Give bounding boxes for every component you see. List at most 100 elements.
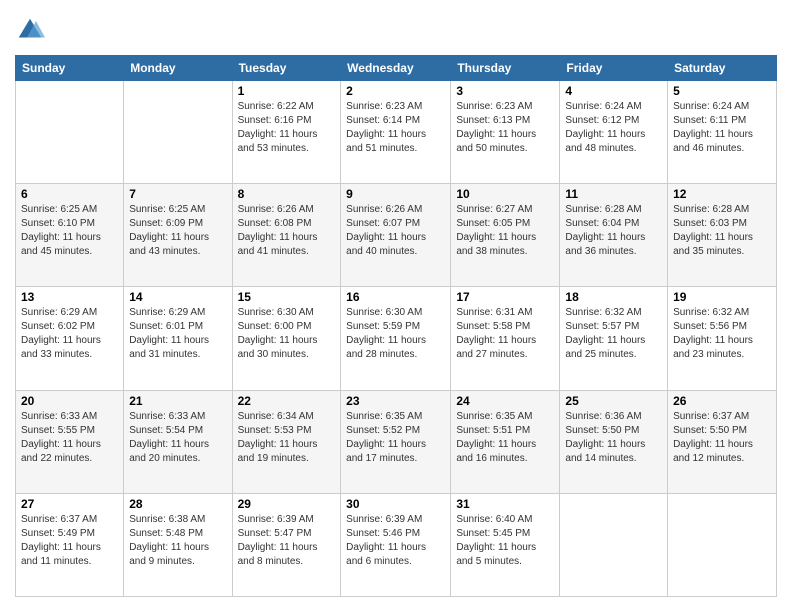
week-row-3: 13 Sunrise: 6:29 AM Sunset: 6:02 PM Dayli… [16,287,777,390]
calendar-cell: 7 Sunrise: 6:25 AM Sunset: 6:09 PM Daylig… [124,184,232,287]
calendar-cell: 17 Sunrise: 6:31 AM Sunset: 5:58 PM Dayli… [451,287,560,390]
calendar-cell: 13 Sunrise: 6:29 AM Sunset: 6:02 PM Dayli… [16,287,124,390]
calendar-cell: 28Sunrise: 6:38 AM Sunset: 5:48 PM Dayli… [124,493,232,596]
calendar-cell: 18 Sunrise: 6:32 AM Sunset: 5:57 PM Dayli… [560,287,668,390]
calendar-cell: 16 Sunrise: 6:30 AM Sunset: 5:59 PM Dayli… [341,287,451,390]
weekday-header-sunday: Sunday [16,56,124,81]
calendar-cell: 3 Sunrise: 6:23 AM Sunset: 6:13 PM Daylig… [451,81,560,184]
day-number: 13 [21,290,118,304]
day-number: 31 [456,497,554,511]
weekday-header-thursday: Thursday [451,56,560,81]
day-info: Sunrise: 6:31 AM Sunset: 5:58 PM Dayligh… [456,306,554,362]
weekday-header-saturday: Saturday [668,56,777,81]
calendar-cell [560,493,668,596]
day-number: 8 [238,187,336,201]
day-info: Sunrise: 6:39 AM Sunset: 5:46 PM Dayligh… [346,513,445,569]
day-number: 22 [238,394,336,408]
calendar-table: SundayMondayTuesdayWednesdayThursdayFrid… [15,55,777,597]
day-info: Sunrise: 6:35 AM Sunset: 5:52 PM Dayligh… [346,410,445,466]
weekday-header-row: SundayMondayTuesdayWednesdayThursdayFrid… [16,56,777,81]
calendar-cell: 14 Sunrise: 6:29 AM Sunset: 6:01 PM Dayli… [124,287,232,390]
day-info: Sunrise: 6:37 AM Sunset: 5:50 PM Dayligh… [673,410,771,466]
day-info: Sunrise: 6:26 AM Sunset: 6:07 PM Dayligh… [346,203,445,259]
calendar-cell: 12Sunrise: 6:28 AM Sunset: 6:03 PM Dayli… [668,184,777,287]
weekday-header-monday: Monday [124,56,232,81]
calendar-cell: 15Sunrise: 6:30 AM Sunset: 6:00 PM Dayli… [232,287,341,390]
day-number: 4 [565,84,662,98]
day-number: 11 [565,187,662,201]
calendar-cell [16,81,124,184]
calendar-cell: 21 Sunrise: 6:33 AM Sunset: 5:54 PM Dayli… [124,390,232,493]
day-number: 29 [238,497,336,511]
calendar-cell: 22 Sunrise: 6:34 AM Sunset: 5:53 PM Dayli… [232,390,341,493]
day-info: Sunrise: 6:32 AM Sunset: 5:56 PM Dayligh… [673,306,771,362]
calendar-cell: 10 Sunrise: 6:27 AM Sunset: 6:05 PM Dayli… [451,184,560,287]
calendar-cell [124,81,232,184]
day-info: Sunrise: 6:39 AM Sunset: 5:47 PM Dayligh… [238,513,336,569]
day-number: 27 [21,497,118,511]
day-number: 2 [346,84,445,98]
day-number: 21 [129,394,226,408]
week-row-2: 6 Sunrise: 6:25 AM Sunset: 6:10 PM Daylig… [16,184,777,287]
day-info: Sunrise: 6:29 AM Sunset: 6:01 PM Dayligh… [129,306,226,362]
day-info: Sunrise: 6:37 AM Sunset: 5:49 PM Dayligh… [21,513,118,569]
day-info: Sunrise: 6:27 AM Sunset: 6:05 PM Dayligh… [456,203,554,259]
day-number: 10 [456,187,554,201]
day-info: Sunrise: 6:23 AM Sunset: 6:14 PM Dayligh… [346,100,445,156]
day-number: 7 [129,187,226,201]
week-row-5: 27 Sunrise: 6:37 AM Sunset: 5:49 PM Dayli… [16,493,777,596]
weekday-header-wednesday: Wednesday [341,56,451,81]
page: SundayMondayTuesdayWednesdayThursdayFrid… [0,0,792,612]
week-row-1: 1 Sunrise: 6:22 AM Sunset: 6:16 PM Daylig… [16,81,777,184]
day-info: Sunrise: 6:30 AM Sunset: 5:59 PM Dayligh… [346,306,445,362]
day-number: 3 [456,84,554,98]
day-info: Sunrise: 6:22 AM Sunset: 6:16 PM Dayligh… [238,100,336,156]
day-info: Sunrise: 6:28 AM Sunset: 6:04 PM Dayligh… [565,203,662,259]
day-number: 9 [346,187,445,201]
day-info: Sunrise: 6:24 AM Sunset: 6:12 PM Dayligh… [565,100,662,156]
day-info: Sunrise: 6:33 AM Sunset: 5:54 PM Dayligh… [129,410,226,466]
calendar-cell: 24Sunrise: 6:35 AM Sunset: 5:51 PM Dayli… [451,390,560,493]
day-number: 1 [238,84,336,98]
day-number: 14 [129,290,226,304]
calendar-cell: 9 Sunrise: 6:26 AM Sunset: 6:07 PM Daylig… [341,184,451,287]
day-number: 6 [21,187,118,201]
day-number: 26 [673,394,771,408]
calendar-cell: 19Sunrise: 6:32 AM Sunset: 5:56 PM Dayli… [668,287,777,390]
day-info: Sunrise: 6:38 AM Sunset: 5:48 PM Dayligh… [129,513,226,569]
day-number: 25 [565,394,662,408]
day-info: Sunrise: 6:25 AM Sunset: 6:10 PM Dayligh… [21,203,118,259]
calendar-cell: 20 Sunrise: 6:33 AM Sunset: 5:55 PM Dayli… [16,390,124,493]
day-number: 16 [346,290,445,304]
day-info: Sunrise: 6:40 AM Sunset: 5:45 PM Dayligh… [456,513,554,569]
day-info: Sunrise: 6:32 AM Sunset: 5:57 PM Dayligh… [565,306,662,362]
day-info: Sunrise: 6:29 AM Sunset: 6:02 PM Dayligh… [21,306,118,362]
weekday-header-tuesday: Tuesday [232,56,341,81]
day-info: Sunrise: 6:23 AM Sunset: 6:13 PM Dayligh… [456,100,554,156]
day-info: Sunrise: 6:34 AM Sunset: 5:53 PM Dayligh… [238,410,336,466]
calendar-cell: 26 Sunrise: 6:37 AM Sunset: 5:50 PM Dayli… [668,390,777,493]
logo-icon [15,15,45,45]
day-number: 17 [456,290,554,304]
weekday-header-friday: Friday [560,56,668,81]
day-number: 18 [565,290,662,304]
day-info: Sunrise: 6:33 AM Sunset: 5:55 PM Dayligh… [21,410,118,466]
day-number: 12 [673,187,771,201]
day-info: Sunrise: 6:24 AM Sunset: 6:11 PM Dayligh… [673,100,771,156]
calendar-cell: 2 Sunrise: 6:23 AM Sunset: 6:14 PM Daylig… [341,81,451,184]
day-info: Sunrise: 6:25 AM Sunset: 6:09 PM Dayligh… [129,203,226,259]
day-number: 5 [673,84,771,98]
calendar-cell [668,493,777,596]
day-number: 30 [346,497,445,511]
calendar-cell: 11 Sunrise: 6:28 AM Sunset: 6:04 PM Dayli… [560,184,668,287]
logo [15,15,50,45]
day-number: 24 [456,394,554,408]
calendar-cell: 27 Sunrise: 6:37 AM Sunset: 5:49 PM Dayli… [16,493,124,596]
calendar-cell: 23Sunrise: 6:35 AM Sunset: 5:52 PM Dayli… [341,390,451,493]
calendar-cell: 30 Sunrise: 6:39 AM Sunset: 5:46 PM Dayli… [341,493,451,596]
calendar-cell: 6 Sunrise: 6:25 AM Sunset: 6:10 PM Daylig… [16,184,124,287]
day-number: 20 [21,394,118,408]
calendar-cell: 1 Sunrise: 6:22 AM Sunset: 6:16 PM Daylig… [232,81,341,184]
day-info: Sunrise: 6:30 AM Sunset: 6:00 PM Dayligh… [238,306,336,362]
day-info: Sunrise: 6:36 AM Sunset: 5:50 PM Dayligh… [565,410,662,466]
